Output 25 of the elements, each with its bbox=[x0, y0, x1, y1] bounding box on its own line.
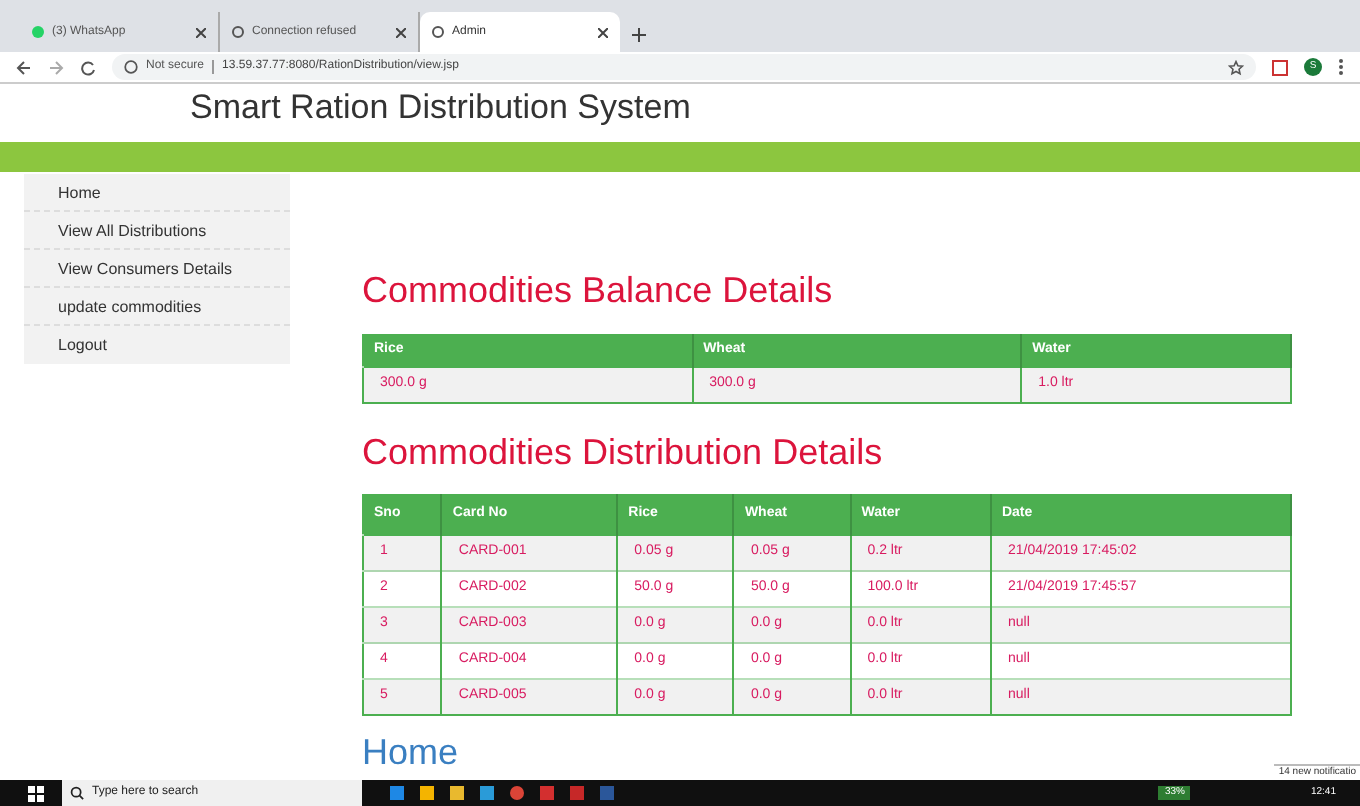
sidebar-link[interactable]: update commodities bbox=[24, 288, 290, 326]
extension-icon[interactable] bbox=[1272, 59, 1288, 75]
sidebar-link[interactable]: Home bbox=[24, 174, 290, 212]
back-icon[interactable] bbox=[16, 59, 32, 75]
section-heading: Commodities Balance Details bbox=[362, 268, 835, 314]
windows-icon[interactable] bbox=[28, 785, 44, 801]
info-icon bbox=[124, 60, 138, 74]
sidebar-link[interactable]: View Consumers Details bbox=[24, 250, 290, 288]
tab-icon bbox=[32, 26, 44, 38]
sidebar-link[interactable]: View All Distributions bbox=[24, 212, 290, 250]
search-icon bbox=[70, 786, 84, 800]
star-icon[interactable] bbox=[1228, 59, 1244, 75]
section-heading: Home bbox=[362, 730, 459, 774]
site-title: Smart Ration Distribution System bbox=[188, 86, 693, 130]
tab-icon bbox=[232, 26, 244, 38]
section-heading: Commodities Distribution Details bbox=[362, 430, 885, 476]
close-icon[interactable] bbox=[598, 27, 608, 37]
sidebar-link[interactable]: Logout bbox=[24, 326, 290, 364]
close-icon[interactable] bbox=[396, 27, 406, 37]
menu-icon[interactable] bbox=[1338, 58, 1344, 76]
close-icon[interactable] bbox=[196, 27, 206, 37]
tab-icon bbox=[432, 26, 444, 38]
reload-icon[interactable] bbox=[80, 59, 96, 75]
new-tab-icon[interactable] bbox=[632, 28, 646, 42]
app-icon[interactable] bbox=[510, 786, 524, 800]
